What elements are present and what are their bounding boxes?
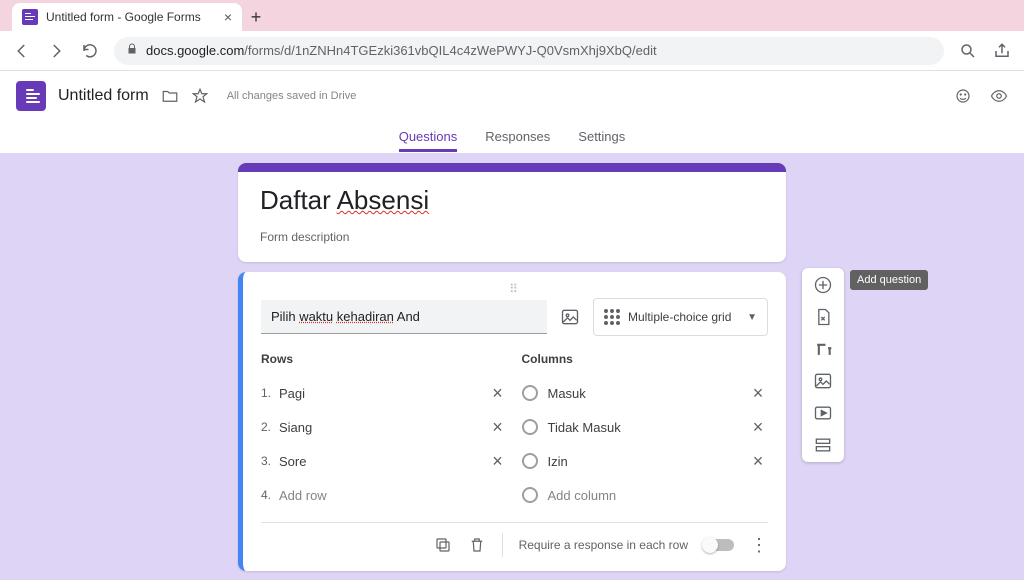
question-type-select[interactable]: Multiple-choice grid ▼ (593, 298, 768, 336)
require-label: Require a response in each row (519, 538, 688, 552)
column-option[interactable]: Izin× (522, 444, 769, 478)
tab-questions[interactable]: Questions (399, 129, 458, 152)
forms-favicon-icon (22, 9, 38, 25)
column-option[interactable]: Tidak Masuk× (522, 410, 769, 444)
add-column[interactable]: Add column (522, 478, 769, 512)
more-options-icon[interactable]: ⋮ (750, 535, 768, 556)
row-option[interactable]: 2.Siang× (261, 410, 508, 444)
address-bar: docs.google.com/forms/d/1nZNHn4TGEzki361… (0, 31, 1024, 71)
question-title-input[interactable]: Pilih waktu kehadiran And (261, 300, 547, 334)
add-section-button[interactable] (812, 434, 834, 456)
row-option[interactable]: 3.Sore× (261, 444, 508, 478)
radio-icon (522, 419, 538, 435)
star-icon[interactable] (191, 87, 209, 105)
app-header: Untitled form All changes saved in Drive (0, 71, 1024, 121)
forward-button[interactable] (46, 41, 66, 61)
question-type-label: Multiple-choice grid (628, 310, 731, 324)
require-toggle[interactable] (704, 539, 734, 551)
add-row[interactable]: 4.Add row (261, 478, 508, 512)
chevron-down-icon: ▼ (747, 312, 757, 323)
add-image-button[interactable] (812, 370, 834, 392)
form-header-card[interactable]: Daftar Absensi Form description (238, 163, 786, 262)
save-status: All changes saved in Drive (227, 90, 357, 102)
tab-responses[interactable]: Responses (485, 129, 550, 152)
folder-icon[interactable] (161, 87, 179, 105)
form-canvas: Daftar Absensi Form description ⠿ Pilih … (0, 153, 1024, 580)
rows-column: Rows 1.Pagi× 2.Siang× 3.Sore× 4.Add row (261, 352, 508, 512)
drag-handle-icon[interactable]: ⠿ (261, 282, 768, 292)
column-option[interactable]: Masuk× (522, 376, 769, 410)
form-description[interactable]: Form description (260, 230, 764, 244)
delete-icon[interactable] (468, 536, 486, 554)
add-question-button[interactable] (812, 274, 834, 296)
theme-icon[interactable] (954, 87, 972, 105)
duplicate-icon[interactable] (434, 536, 452, 554)
question-footer: Require a response in each row ⋮ (261, 522, 768, 561)
radio-icon (522, 487, 538, 503)
add-title-button[interactable] (812, 338, 834, 360)
divider (502, 533, 503, 557)
tooltip-add-question: Add question (850, 270, 928, 290)
row-option[interactable]: 1.Pagi× (261, 376, 508, 410)
tab-title: Untitled form - Google Forms (46, 10, 216, 24)
import-questions-button[interactable] (812, 306, 834, 328)
add-video-button[interactable] (812, 402, 834, 424)
browser-tab-strip: Untitled form - Google Forms × + (0, 0, 1024, 31)
new-tab-button[interactable]: + (242, 3, 270, 31)
rows-header: Rows (261, 352, 508, 366)
close-tab-icon[interactable]: × (224, 9, 232, 25)
form-title[interactable]: Daftar Absensi (260, 185, 764, 216)
back-button[interactable] (12, 41, 32, 61)
columns-header: Columns (522, 352, 769, 366)
zoom-icon[interactable] (958, 41, 978, 61)
url-box[interactable]: docs.google.com/forms/d/1nZNHn4TGEzki361… (114, 37, 944, 65)
question-card[interactable]: ⠿ Pilih waktu kehadiran And Multiple-cho… (238, 272, 786, 571)
lock-icon (126, 42, 138, 60)
side-toolbar (802, 268, 844, 462)
remove-row-icon[interactable]: × (488, 383, 508, 404)
remove-row-icon[interactable]: × (488, 451, 508, 472)
browser-tab[interactable]: Untitled form - Google Forms × (12, 3, 242, 31)
remove-col-icon[interactable]: × (748, 451, 768, 472)
reload-button[interactable] (80, 41, 100, 61)
remove-col-icon[interactable]: × (748, 417, 768, 438)
remove-row-icon[interactable]: × (488, 417, 508, 438)
url-text: docs.google.com/forms/d/1nZNHn4TGEzki361… (146, 43, 657, 58)
remove-col-icon[interactable]: × (748, 383, 768, 404)
forms-logo-icon[interactable] (16, 81, 46, 111)
grid-icon (604, 309, 620, 325)
radio-icon (522, 385, 538, 401)
radio-icon (522, 453, 538, 469)
share-icon[interactable] (992, 41, 1012, 61)
add-image-icon[interactable] (559, 306, 581, 328)
doc-title[interactable]: Untitled form (58, 87, 149, 105)
columns-column: Columns Masuk× Tidak Masuk× Izin× Add co… (522, 352, 769, 512)
form-tabs: Questions Responses Settings (0, 121, 1024, 153)
tab-settings[interactable]: Settings (578, 129, 625, 152)
preview-icon[interactable] (990, 87, 1008, 105)
